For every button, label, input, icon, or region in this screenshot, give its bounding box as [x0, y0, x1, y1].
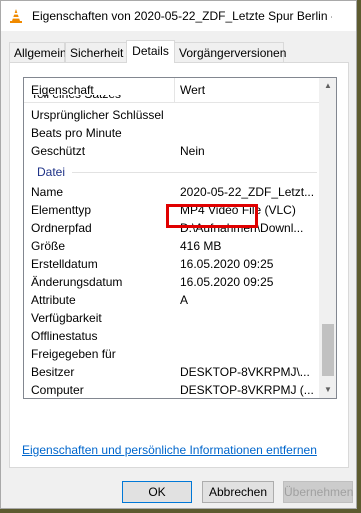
list-item[interactable]: Änderungsdatum 16.05.2020 09:25	[24, 273, 321, 291]
scroll-down-arrow-icon[interactable]: ▼	[320, 382, 336, 398]
scroll-thumb[interactable]	[322, 324, 334, 376]
list-item[interactable]: Größe 416 MB	[24, 237, 321, 255]
properties-window: Eigenschaften von 2020-05-22_ZDF_Letzte …	[0, 0, 357, 509]
property-name: Besitzer	[31, 365, 75, 379]
property-name: Geschützt	[31, 144, 86, 158]
vlc-cone-icon	[10, 9, 22, 23]
apply-button[interactable]: Übernehmen	[283, 481, 353, 503]
property-name: Teil eines Satzes	[31, 95, 121, 101]
property-value: A	[180, 293, 189, 307]
red-annotation-box	[166, 204, 258, 228]
property-name: Offlinestatus	[31, 329, 98, 343]
list-item[interactable]: Geschützt Nein	[24, 142, 321, 160]
property-name: Beats pro Minute	[31, 126, 122, 140]
list-item[interactable]: Verfügbarkeit	[24, 309, 321, 327]
property-name: Erstelldatum	[31, 257, 98, 271]
list-item[interactable]: Freigegeben für	[24, 345, 321, 363]
list-item[interactable]: Computer DESKTOP-8VKRPMJ (...	[24, 381, 321, 398]
property-value: 16.05.2020 09:25	[180, 257, 274, 271]
property-name: Freigegeben für	[31, 347, 116, 361]
cancel-button[interactable]: Abbrechen	[202, 481, 274, 503]
property-name: Computer	[31, 383, 84, 397]
property-value: DESKTOP-8VKRPMJ\...	[180, 365, 310, 379]
details-panel: Eigenschaft Wert Teil eines Satzes Urspr…	[9, 62, 349, 468]
group-label: Datei	[37, 165, 66, 179]
list-item[interactable]: Besitzer DESKTOP-8VKRPMJ\...	[24, 363, 321, 381]
list-item[interactable]: Erstelldatum 16.05.2020 09:25	[24, 255, 321, 273]
title-bar[interactable]: Eigenschaften von 2020-05-22_ZDF_Letzte …	[1, 1, 356, 31]
list-item[interactable]: Attribute A	[24, 291, 321, 309]
ok-button[interactable]: OK	[122, 481, 192, 503]
property-name: Name	[31, 185, 64, 199]
tab-allgemein[interactable]: Allgemein	[9, 42, 67, 62]
window-title: Eigenschaften von 2020-05-22_ZDF_Letzte …	[32, 9, 332, 23]
list-item[interactable]: Name 2020-05-22_ZDF_Letzt...	[24, 183, 321, 201]
property-name: Elementtyp	[31, 203, 92, 217]
list-item[interactable]: Offlinestatus	[24, 327, 321, 345]
property-name: Ordnerpfad	[31, 221, 92, 235]
property-name: Attribute	[31, 293, 76, 307]
property-value: DESKTOP-8VKRPMJ (...	[180, 383, 314, 397]
property-name: Verfügbarkeit	[31, 311, 102, 325]
property-name: Größe	[31, 239, 66, 253]
property-name: Änderungsdatum	[31, 275, 123, 289]
tab-vorgaengerversionen[interactable]: Vorgängerversionen	[174, 42, 286, 62]
remove-properties-link[interactable]: Eigenschaften und persönliche Informatio…	[22, 443, 317, 457]
property-value: 16.05.2020 09:25	[180, 275, 274, 289]
vertical-scrollbar[interactable]: ▲ ▼	[319, 78, 336, 398]
tab-details[interactable]: Details	[126, 40, 175, 63]
list-item[interactable]: Ursprünglicher Schlüssel	[24, 106, 321, 124]
property-value: 416 MB	[180, 239, 222, 253]
property-value: 2020-05-22_ZDF_Letzt...	[180, 185, 315, 199]
group-divider	[72, 172, 317, 173]
scroll-up-arrow-icon[interactable]: ▲	[320, 78, 336, 94]
property-value: Nein	[180, 144, 205, 158]
list-item[interactable]: Beats pro Minute	[24, 124, 321, 142]
desktop-background	[357, 0, 361, 513]
property-name: Ursprünglicher Schlüssel	[31, 108, 164, 122]
group-header-datei: Datei	[24, 163, 321, 181]
desktop-background-bottom	[0, 509, 361, 513]
list-item[interactable]: Teil eines Satzes	[24, 95, 321, 105]
properties-list[interactable]: Eigenschaft Wert Teil eines Satzes Urspr…	[23, 77, 337, 399]
tab-sicherheit[interactable]: Sicherheit	[65, 42, 127, 62]
